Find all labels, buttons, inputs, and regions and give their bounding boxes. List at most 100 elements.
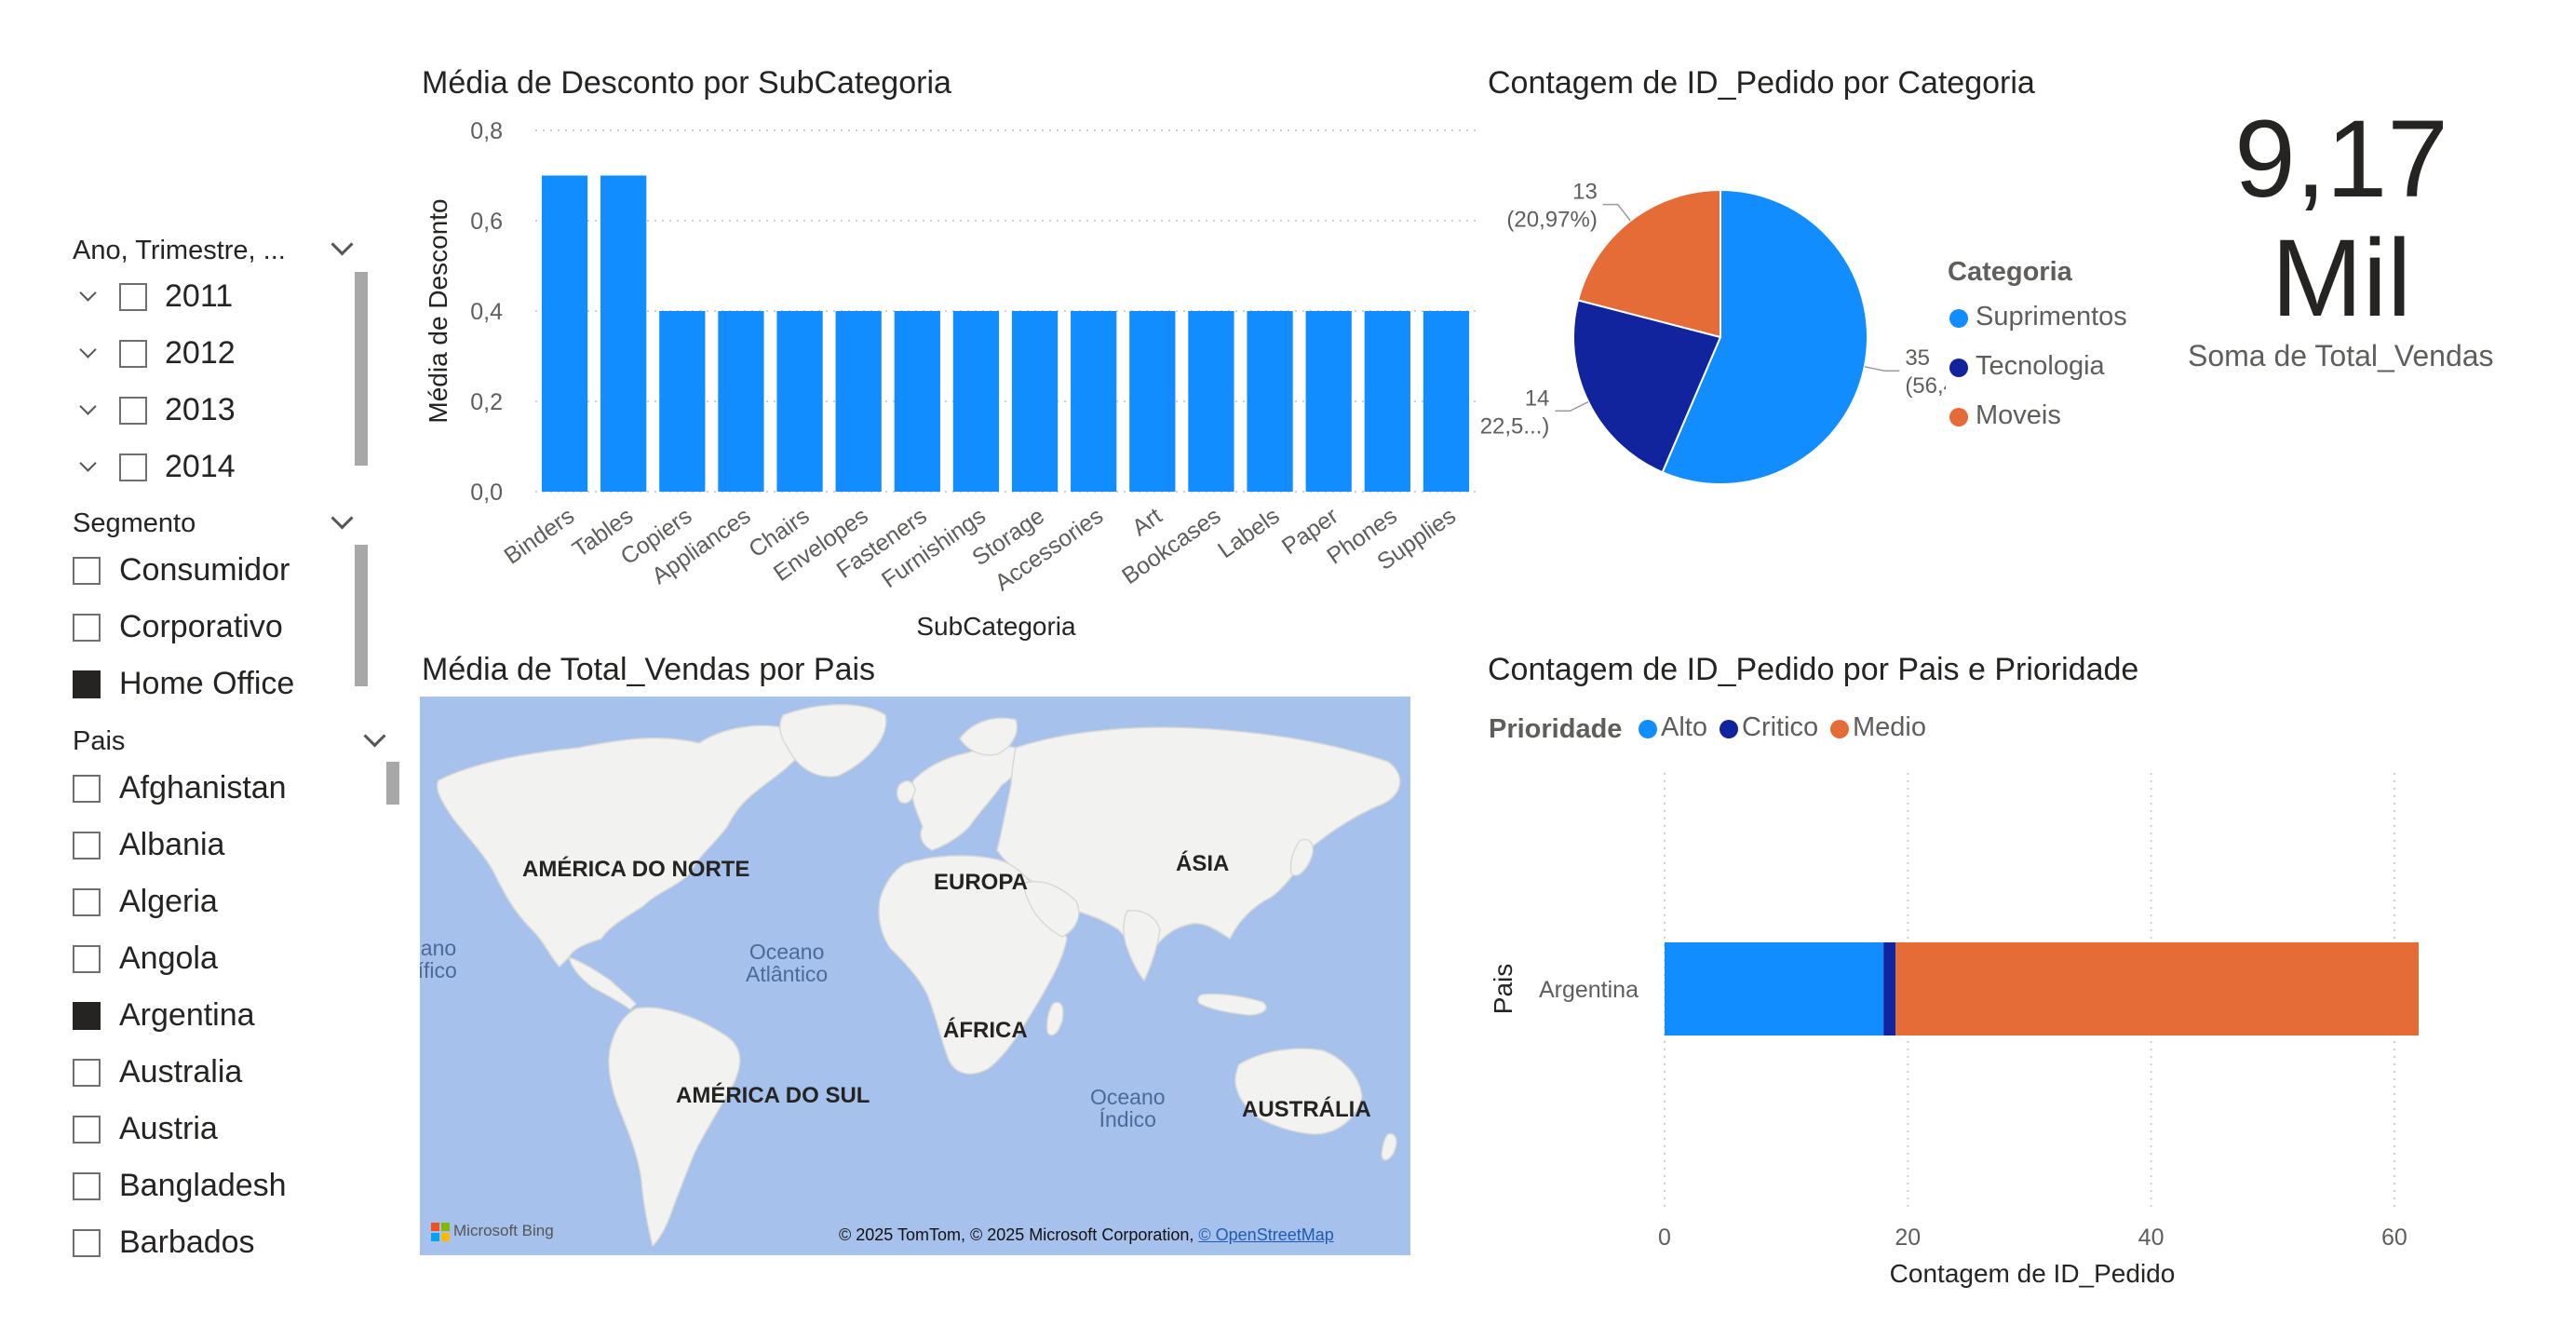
slicer-item-label[interactable]: Algeria [119, 884, 218, 920]
priority-legend-title: Prioridade [1489, 714, 1623, 744]
card-label: Soma de Total_Vendas [2188, 339, 2494, 372]
bar-segment-medio[interactable] [1895, 942, 2419, 1035]
legend-item-critico[interactable]: Critico [1742, 712, 1818, 743]
bar-accessories[interactable] [1071, 311, 1117, 492]
x-tick-label: 60 [2381, 1225, 2407, 1251]
slicer-item-label[interactable]: Austria [119, 1111, 218, 1147]
legend-dot-suprimentos [1949, 309, 1968, 328]
continent-label: ÁSIA [1176, 851, 1230, 876]
card-value-number: 9,17 [2234, 98, 2448, 221]
microsoft-bing-logo: Microsoft Bing [431, 1222, 554, 1241]
y-tick-label: 0,6 [470, 209, 503, 235]
checkbox[interactable] [73, 1059, 101, 1087]
chevron-down-icon[interactable] [363, 724, 386, 748]
bar-segment-critico[interactable] [1883, 942, 1896, 1035]
bar-storage[interactable] [1011, 311, 1059, 492]
legend-item-suprimentos[interactable]: Suprimentos [1976, 302, 2127, 332]
y-tick-label: 0,0 [470, 480, 503, 506]
slicer-item-label[interactable]: Australia [119, 1054, 242, 1090]
pie-svg: 35(56,45%) 14(22,5...) 13 (20,97%) [1480, 180, 1946, 485]
bar-copiers[interactable] [659, 311, 706, 492]
slicer-item-label[interactable]: Albania [119, 827, 224, 863]
legend-item-moveis[interactable]: Moveis [1976, 400, 2061, 431]
bar-binders[interactable] [541, 175, 588, 493]
world-map[interactable]: AMÉRICA DO NORTE EUROPA ÁSIA ÁFRICA AMÉRICA … [420, 697, 1410, 1255]
checkbox[interactable] [73, 670, 101, 698]
legend-dot-tecnologia [1949, 359, 1968, 377]
legend-item-tecnologia[interactable]: Tecnologia [1976, 351, 2105, 382]
india-shape [1123, 909, 1161, 982]
pie-legend-title: Categoria [1948, 257, 2072, 287]
pie-data-label-value: 35 [1905, 345, 1930, 371]
legend-item-medio[interactable]: Medio [1853, 712, 1926, 743]
card-value-unit: Mil [2271, 217, 2412, 340]
bar-segment-alto[interactable] [1665, 942, 1884, 1035]
pie-leader-line [1602, 203, 1631, 222]
openstreetmap-link[interactable]: © OpenStreetMap [1198, 1225, 1333, 1244]
x-tick-label: Art [1127, 503, 1167, 541]
slicer-item-label[interactable]: Home Office [119, 666, 294, 702]
checkbox[interactable] [73, 945, 101, 973]
priority-bar-svg: 0 20 40 60 Argentina Pais Contagem de ID_Pedid… [1489, 773, 2419, 1288]
pie-data-label-percent: (20,97%) [1506, 208, 1597, 233]
pie-leader-line [1864, 366, 1900, 372]
pie-data-label-percent: (56,45%) [1905, 373, 1946, 399]
continent-label: EUROPA [934, 870, 1028, 895]
bar-tables[interactable] [600, 175, 647, 493]
legend-dot-moveis [1949, 408, 1968, 426]
y-tick-label: 0,4 [470, 299, 503, 325]
bar-chairs[interactable] [776, 311, 823, 492]
continent-label: AMÉRICA DO NORTE [522, 857, 750, 882]
x-tick-label: Labels [1213, 503, 1284, 563]
bar-supplies[interactable] [1423, 311, 1470, 492]
priority-chart-title: Contagem de ID_Pedido por Pais e Priorid… [1488, 652, 2139, 687]
pie-data-label-value: 13 [1572, 180, 1598, 205]
checkbox[interactable] [73, 832, 101, 859]
slicer-item-label[interactable]: Afghanistan [119, 770, 287, 806]
bar-phones[interactable] [1364, 311, 1410, 492]
indonesia-shape [1197, 993, 1267, 1016]
pie-leader-line [1555, 400, 1589, 413]
continent-label: AMÉRICA DO SUL [676, 1083, 870, 1108]
bar-bookcases[interactable] [1188, 311, 1234, 492]
bar-appliances[interactable] [718, 311, 764, 492]
bar-furnishings[interactable] [952, 311, 1000, 492]
slicer-item-label[interactable]: Argentina [119, 997, 255, 1034]
checkbox[interactable] [73, 1229, 101, 1257]
x-tick-label: 20 [1895, 1225, 1921, 1251]
y-axis-label: Pais [1489, 964, 1517, 1014]
pie-data-label-percent: (22,5...) [1480, 413, 1549, 439]
map-credit-text: © 2025 TomTom, © 2025 Microsoft Corporat… [839, 1225, 1194, 1244]
ocean-label: Oceano Pacífico [420, 936, 457, 983]
y-tick-label: 0,2 [470, 389, 503, 415]
bing-brand-label: Microsoft Bing [453, 1222, 554, 1239]
bar-fasteners[interactable] [894, 311, 940, 492]
country-slicer-header[interactable]: Pais [73, 726, 125, 757]
x-tick-label: 0 [1658, 1225, 1671, 1251]
world-map-shapes [437, 704, 1401, 1248]
pie-data-label-value: 14 [1525, 386, 1550, 411]
slicer-item-label[interactable]: Angola [119, 941, 218, 977]
x-tick-label: 40 [2138, 1225, 2165, 1251]
slicer-item-label[interactable]: Bangladesh [119, 1168, 287, 1204]
microsoft-logo-icon [431, 1222, 450, 1241]
bar-envelopes[interactable] [835, 311, 882, 492]
bar-art[interactable] [1129, 311, 1176, 492]
bar-paper[interactable] [1305, 311, 1352, 492]
checkbox[interactable] [73, 775, 101, 803]
central-america-shape [567, 955, 638, 1010]
y-tick-label: Argentina [1539, 977, 1639, 1003]
legend-item-alto[interactable]: Alto [1661, 712, 1707, 743]
checkbox[interactable] [73, 1116, 101, 1144]
x-tick-label: Binders [500, 503, 579, 570]
checkbox[interactable] [73, 1172, 101, 1200]
y-axis-label: Média de Desconto [424, 198, 452, 423]
bar-labels[interactable] [1247, 311, 1293, 492]
checkbox[interactable] [73, 1002, 101, 1030]
slicer-item-label[interactable]: Barbados [119, 1225, 255, 1261]
checkbox[interactable] [73, 888, 101, 916]
south-america-shape [608, 1007, 741, 1248]
map-credit: © 2025 TomTom, © 2025 Microsoft Corporat… [839, 1225, 1334, 1245]
country-slicer-scrollbar[interactable] [386, 762, 399, 805]
ocean-label: Oceano Índico [1090, 1085, 1166, 1132]
